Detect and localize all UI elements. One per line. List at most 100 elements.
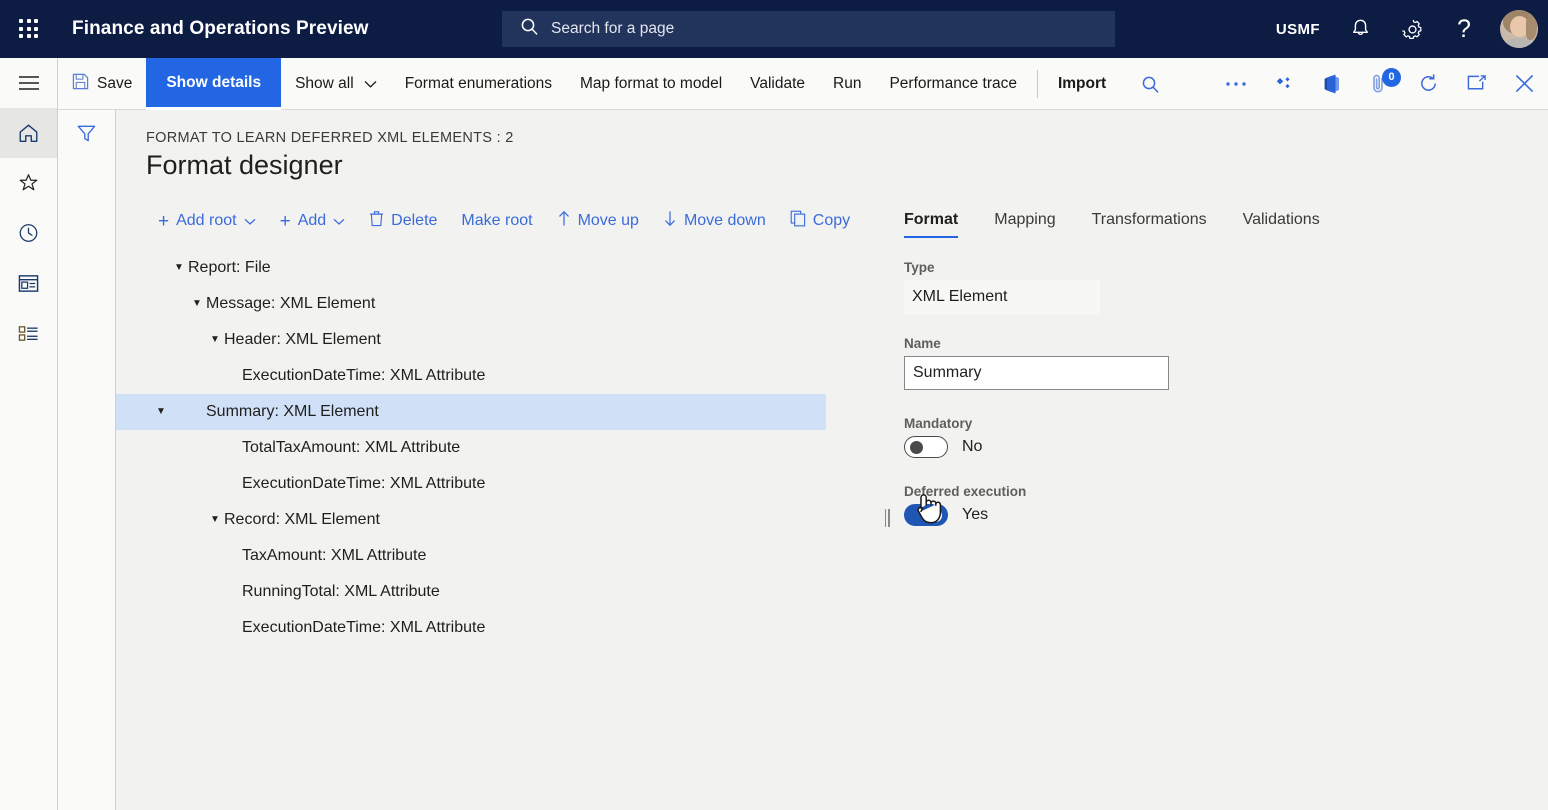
cmd-import[interactable]: Import — [1044, 58, 1120, 110]
chevron-down-icon — [333, 212, 345, 230]
deferred-execution-toggle[interactable] — [904, 504, 948, 526]
tree-node-label: ExecutionDateTime: XML Attribute — [242, 619, 485, 637]
tab-mapping[interactable]: Mapping — [994, 211, 1055, 238]
filter-icon[interactable] — [58, 110, 115, 156]
tree-node[interactable]: ExecutionDateTime: XML Attribute — [170, 358, 880, 394]
sidebar-item-favorites[interactable] — [0, 158, 57, 208]
format-tree: ▼ Report: File ▼ Message: XML Element ▼ … — [170, 250, 880, 646]
notifications-icon[interactable] — [1334, 0, 1386, 58]
cmd-performance-trace[interactable]: Performance trace — [875, 58, 1031, 110]
tree-node[interactable]: ▼ Header: XML Element — [170, 322, 880, 358]
deferred-execution-label: Deferred execution — [904, 484, 1464, 499]
save-button[interactable]: Save — [58, 58, 146, 110]
properties-tabs: Format Mapping Transformations Validatio… — [904, 198, 1464, 238]
expand-collapse-icon[interactable]: ▼ — [206, 515, 224, 525]
app-title: Finance and Operations Preview — [72, 18, 369, 40]
tree-node-label: ExecutionDateTime: XML Attribute — [242, 367, 485, 385]
sidebar-item-recent[interactable] — [0, 208, 57, 258]
tree-node-label: Summary: XML Element — [206, 403, 379, 421]
deferred-execution-toggle-row: Yes — [904, 504, 1464, 526]
name-input[interactable]: Summary — [904, 356, 1169, 390]
name-label: Name — [904, 336, 1464, 351]
tree-node[interactable]: TotalTaxAmount: XML Attribute — [170, 430, 880, 466]
company-selector[interactable]: USMF — [1262, 21, 1334, 38]
tree-node-label: Record: XML Element — [224, 511, 380, 529]
plus-icon: + — [158, 212, 169, 231]
expand-collapse-icon[interactable]: ▼ — [170, 263, 188, 273]
move-down-button[interactable]: Move down — [651, 204, 778, 238]
panel-splitter[interactable] — [882, 508, 892, 528]
tree-node-selected[interactable]: ▼ Summary: XML Element — [116, 394, 826, 430]
sidebar-item-modules[interactable] — [0, 308, 57, 358]
tab-format[interactable]: Format — [904, 211, 958, 238]
command-bar: Save Show details Show all Format enumer… — [58, 58, 1548, 110]
cmd-validate-label: Validate — [750, 75, 805, 93]
tree-node-label: TotalTaxAmount: XML Attribute — [242, 439, 460, 457]
tree-node[interactable]: ExecutionDateTime: XML Attribute — [170, 610, 880, 646]
move-up-button[interactable]: Move up — [545, 204, 651, 238]
make-root-button[interactable]: Make root — [449, 206, 544, 236]
cmd-show-details-label: Show details — [166, 74, 261, 92]
open-in-new-window-icon[interactable] — [1452, 58, 1500, 110]
breadcrumb: FORMAT TO LEARN DEFERRED XML ELEMENTS : … — [146, 130, 514, 146]
tree-node[interactable]: RunningTotal: XML Attribute — [170, 574, 880, 610]
sidebar-item-home[interactable] — [0, 108, 57, 158]
tab-validations[interactable]: Validations — [1243, 211, 1320, 238]
cmd-format-enumerations[interactable]: Format enumerations — [391, 58, 566, 110]
personalize-icon[interactable] — [1260, 58, 1308, 110]
cmd-validate[interactable]: Validate — [736, 58, 819, 110]
tree-node[interactable]: ▼ Record: XML Element — [170, 502, 880, 538]
tab-transformations[interactable]: Transformations — [1092, 211, 1207, 238]
expand-collapse-icon[interactable]: ▼ — [188, 299, 206, 309]
add-root-button[interactable]: + Add root — [146, 206, 268, 237]
chevron-down-icon — [364, 75, 377, 93]
cmd-show-details[interactable]: Show details — [146, 58, 281, 110]
cmd-show-all[interactable]: Show all — [281, 58, 391, 110]
refresh-icon[interactable] — [1404, 58, 1452, 110]
close-icon[interactable] — [1500, 58, 1548, 110]
top-bar-right-group: USMF ? — [1262, 0, 1548, 58]
tree-node[interactable]: ▼ Report: File — [170, 250, 880, 286]
copy-button[interactable]: Copy — [778, 204, 862, 238]
cmd-run[interactable]: Run — [819, 58, 875, 110]
app-launcher-icon[interactable] — [0, 0, 58, 58]
help-icon[interactable]: ? — [1438, 0, 1490, 58]
app-launcher-grid — [19, 19, 39, 39]
expand-collapse-icon[interactable]: ▼ — [206, 335, 224, 345]
trash-icon — [369, 210, 384, 232]
expand-collapse-icon[interactable]: ▼ — [152, 407, 170, 417]
office-app-icon[interactable] — [1308, 58, 1356, 110]
copy-icon — [790, 210, 806, 232]
tree-node[interactable]: ▼ Message: XML Element — [170, 286, 880, 322]
global-search-box[interactable]: Search for a page — [502, 11, 1115, 47]
delete-button[interactable]: Delete — [357, 204, 449, 238]
sidebar-item-workspaces[interactable] — [0, 258, 57, 308]
tree-node[interactable]: ExecutionDateTime: XML Attribute — [170, 466, 880, 502]
search-input[interactable]: Search for a page — [551, 20, 674, 38]
mandatory-value: No — [962, 438, 982, 456]
cmd-map-format-to-model[interactable]: Map format to model — [566, 58, 736, 110]
mandatory-field: Mandatory No — [904, 416, 1464, 458]
make-root-label: Make root — [461, 212, 532, 230]
tree-node-label: Message: XML Element — [206, 295, 375, 313]
command-search-icon[interactable] — [1126, 58, 1174, 110]
arrow-up-icon — [557, 210, 571, 232]
mandatory-toggle[interactable] — [904, 436, 948, 458]
hamburger-menu-icon[interactable] — [0, 58, 57, 108]
attachments-icon[interactable]: 0 — [1356, 58, 1404, 110]
tab-transformations-label: Transformations — [1092, 211, 1207, 228]
plus-icon: + — [280, 212, 291, 231]
avatar-image — [1500, 10, 1538, 48]
save-label: Save — [97, 75, 132, 93]
type-value: XML Element — [904, 280, 1100, 314]
cmd-performance-trace-label: Performance trace — [889, 75, 1017, 93]
command-separator — [1037, 70, 1038, 98]
mandatory-toggle-row: No — [904, 436, 1464, 458]
tree-node[interactable]: TaxAmount: XML Attribute — [170, 538, 880, 574]
add-button[interactable]: + Add — [268, 206, 358, 237]
copy-label: Copy — [813, 212, 850, 230]
overflow-menu-icon[interactable] — [1212, 58, 1260, 110]
tree-node-label: Report: File — [188, 259, 271, 277]
settings-icon[interactable] — [1386, 0, 1438, 58]
avatar[interactable] — [1490, 0, 1548, 58]
